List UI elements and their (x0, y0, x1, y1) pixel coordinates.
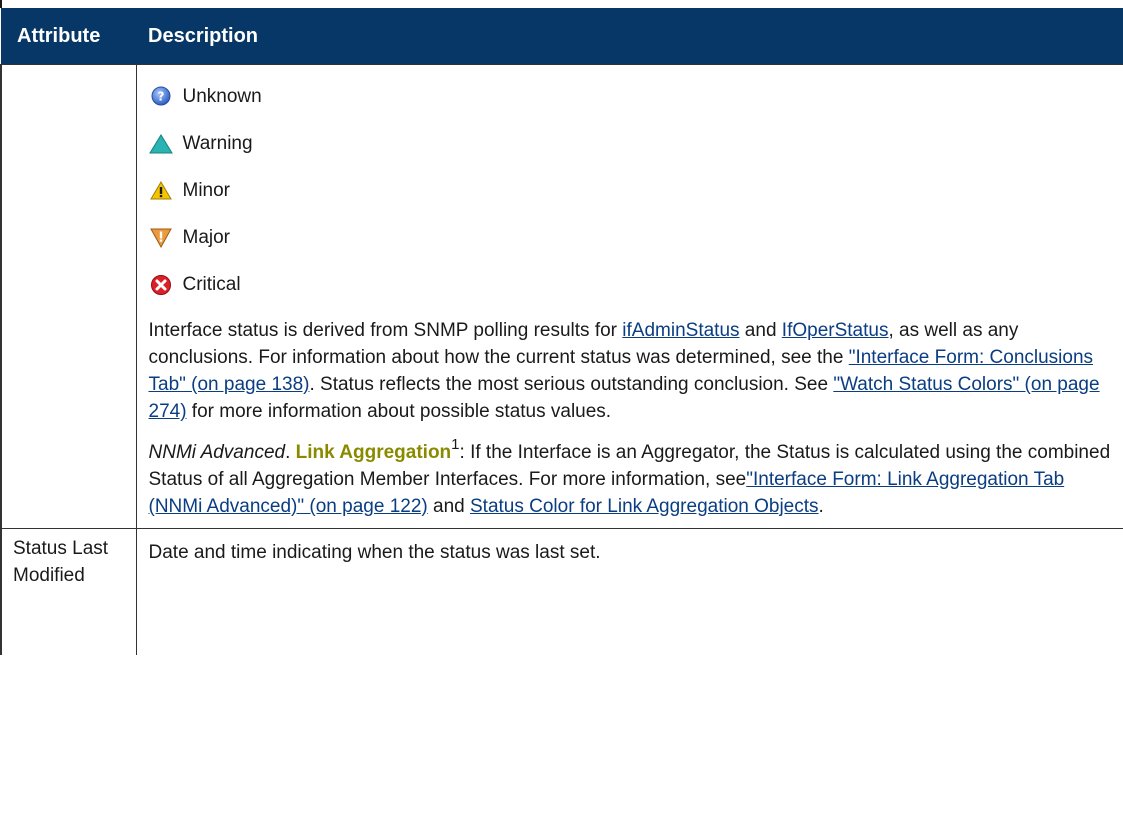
status-color-link-aggregation-link[interactable]: Status Color for Link Aggregation Object… (470, 496, 819, 517)
text-run: for more information about possible stat… (186, 401, 612, 422)
unknown-status-icon: ? (149, 85, 173, 109)
footnote-marker: 1 (451, 435, 460, 453)
text-run: . Status reflects the most serious outst… (309, 374, 834, 395)
text-run: . (285, 442, 296, 463)
text-run: and (427, 496, 470, 517)
text-run: Interface status is derived from SNMP po… (148, 320, 623, 341)
link-aggregation-paragraph: NNMi Advanced. Link Aggregation1: If the… (148, 435, 1117, 520)
attribute-cell-empty (0, 64, 137, 529)
attribute-table: Attribute Description ? Unknown Warning … (0, 8, 1123, 655)
header-description: Description (136, 8, 1123, 65)
major-status-icon (149, 226, 173, 250)
ifadminstatus-link[interactable]: ifAdminStatus (622, 320, 739, 341)
minor-status-icon (149, 179, 173, 203)
link-aggregation-glossary-term: Link Aggregation (295, 442, 452, 463)
status-item-unknown: ? Unknown (149, 73, 1117, 120)
description-cell: Date and time indicating when the status… (135, 528, 1123, 655)
status-item-warning: Warning (148, 120, 1117, 167)
nnmi-advanced-label: NNMi Advanced (148, 442, 286, 463)
status-label-minor: Minor (182, 180, 231, 201)
table-header-row: Attribute Description (1, 8, 1123, 65)
attribute-cell: Status Last Modified (0, 528, 137, 655)
table-row: ? Unknown Warning Minor Major Critical I… (0, 64, 1123, 529)
status-item-critical: Critical (149, 261, 1117, 308)
description-cell: ? Unknown Warning Minor Major Critical I… (135, 64, 1123, 529)
status-derivation-paragraph: Interface status is derived from SNMP po… (149, 317, 1117, 425)
status-item-major: Major (149, 214, 1117, 261)
status-label-critical: Critical (182, 274, 241, 295)
status-item-minor: Minor (149, 167, 1117, 214)
text-run: . (818, 496, 824, 517)
page: Attribute Description ? Unknown Warning … (0, 0, 1123, 826)
svg-text:?: ? (157, 89, 164, 103)
table-row: Status Last Modified Date and time indic… (0, 528, 1123, 655)
ifoperstatus-link[interactable]: IfOperStatus (782, 320, 889, 341)
status-label-unknown: Unknown (182, 86, 262, 107)
header-attribute: Attribute (1, 8, 136, 65)
warning-status-icon (148, 132, 173, 156)
table-border-stub (0, 0, 2, 8)
text-run: and (739, 320, 782, 341)
status-label-warning: Warning (182, 133, 253, 154)
status-label-major: Major (182, 227, 231, 248)
critical-status-icon (149, 273, 173, 297)
